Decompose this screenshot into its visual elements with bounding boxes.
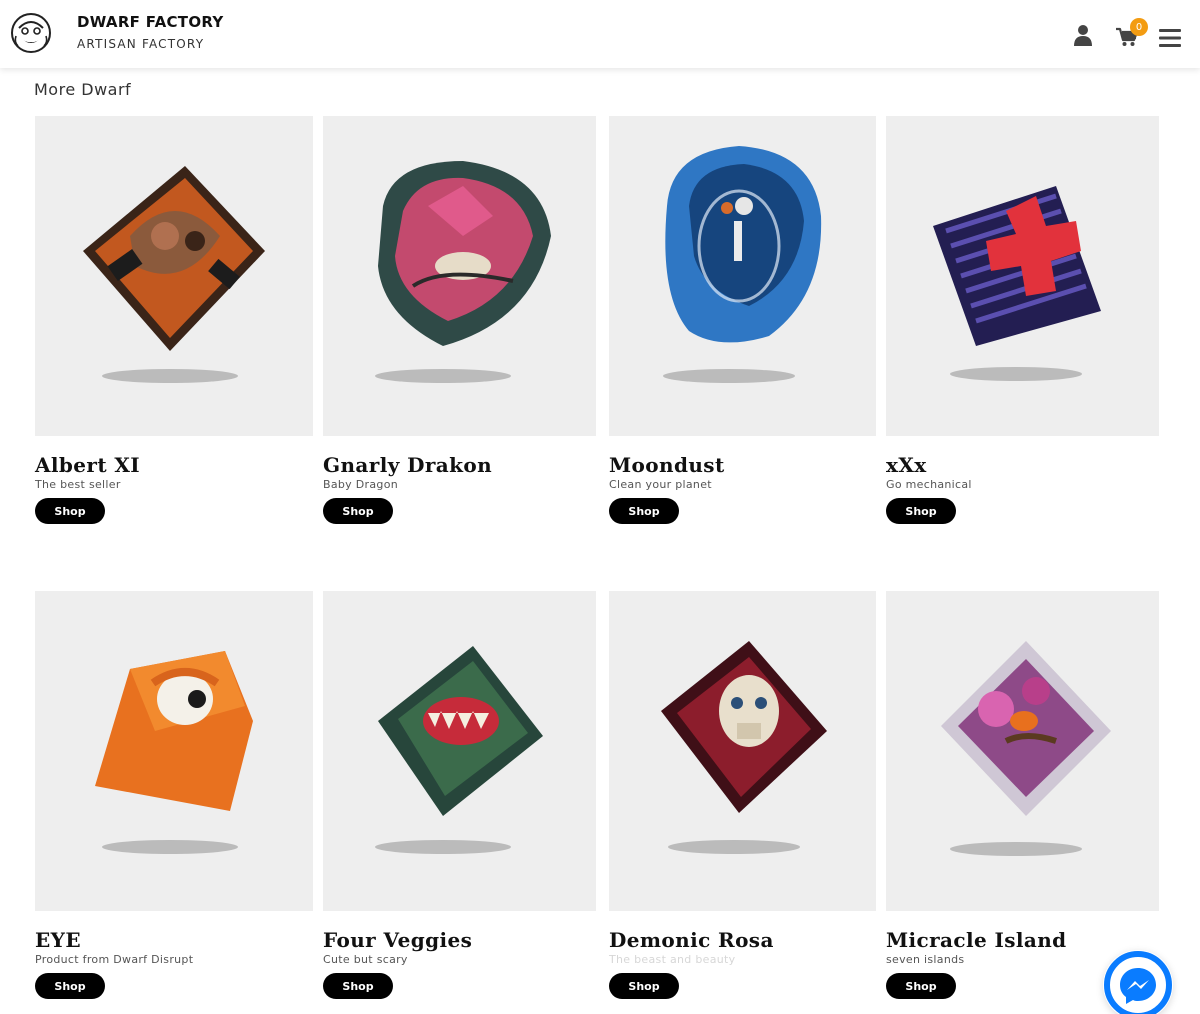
product-name[interactable]: Micracle Island	[886, 928, 1067, 952]
product-tagline: Clean your planet	[609, 478, 712, 491]
product-name[interactable]: Gnarly Drakon	[323, 453, 492, 477]
messenger-icon	[1104, 951, 1172, 1014]
product-name[interactable]: EYE	[35, 928, 81, 952]
shop-button[interactable]: Shop	[609, 498, 679, 524]
messenger-chat-button[interactable]	[1103, 950, 1173, 1014]
product-tagline: seven islands	[886, 953, 965, 966]
product-name[interactable]: Moondust	[609, 453, 725, 477]
cart-count-badge: 0	[1130, 18, 1148, 36]
product-tagline: Product from Dwarf Disrupt	[35, 953, 194, 966]
shop-button[interactable]: Shop	[35, 498, 105, 524]
product-image-gnarly-drakon[interactable]	[323, 116, 596, 436]
dwarf-face-logo-icon[interactable]	[10, 12, 52, 54]
brand-title[interactable]: DWARF FACTORY	[77, 13, 224, 31]
product-tagline: Baby Dragon	[323, 478, 398, 491]
product-tagline: The beast and beauty	[609, 953, 736, 966]
product-tagline: The best seller	[35, 478, 121, 491]
site-header: DWARF FACTORY ARTISAN FACTORY 0	[0, 0, 1200, 68]
brand-subtitle: ARTISAN FACTORY	[77, 37, 205, 51]
shop-button[interactable]: Shop	[609, 973, 679, 999]
product-image-xxx[interactable]	[886, 116, 1159, 436]
product-tagline: Go mechanical	[886, 478, 972, 491]
product-image-four-veggies[interactable]	[323, 591, 596, 911]
product-image-moondust[interactable]	[609, 116, 876, 436]
shop-button[interactable]: Shop	[886, 973, 956, 999]
product-image-demonic-rosa[interactable]	[609, 591, 876, 911]
product-image-albert-xi[interactable]	[35, 116, 313, 436]
product-name[interactable]: Albert XI	[35, 453, 140, 477]
product-name[interactable]: Demonic Rosa	[609, 928, 774, 952]
shop-button[interactable]: Shop	[323, 973, 393, 999]
user-icon[interactable]	[1074, 24, 1092, 46]
product-name[interactable]: xXx	[886, 453, 927, 477]
product-name[interactable]: Four Veggies	[323, 928, 472, 952]
shop-button[interactable]: Shop	[35, 973, 105, 999]
product-image-eye[interactable]	[35, 591, 313, 911]
section-title: More Dwarf	[34, 80, 132, 99]
product-image-micracle-island[interactable]	[886, 591, 1159, 911]
hamburger-menu-icon[interactable]	[1159, 29, 1181, 47]
shop-button[interactable]: Shop	[886, 498, 956, 524]
product-tagline: Cute but scary	[323, 953, 408, 966]
shop-button[interactable]: Shop	[323, 498, 393, 524]
